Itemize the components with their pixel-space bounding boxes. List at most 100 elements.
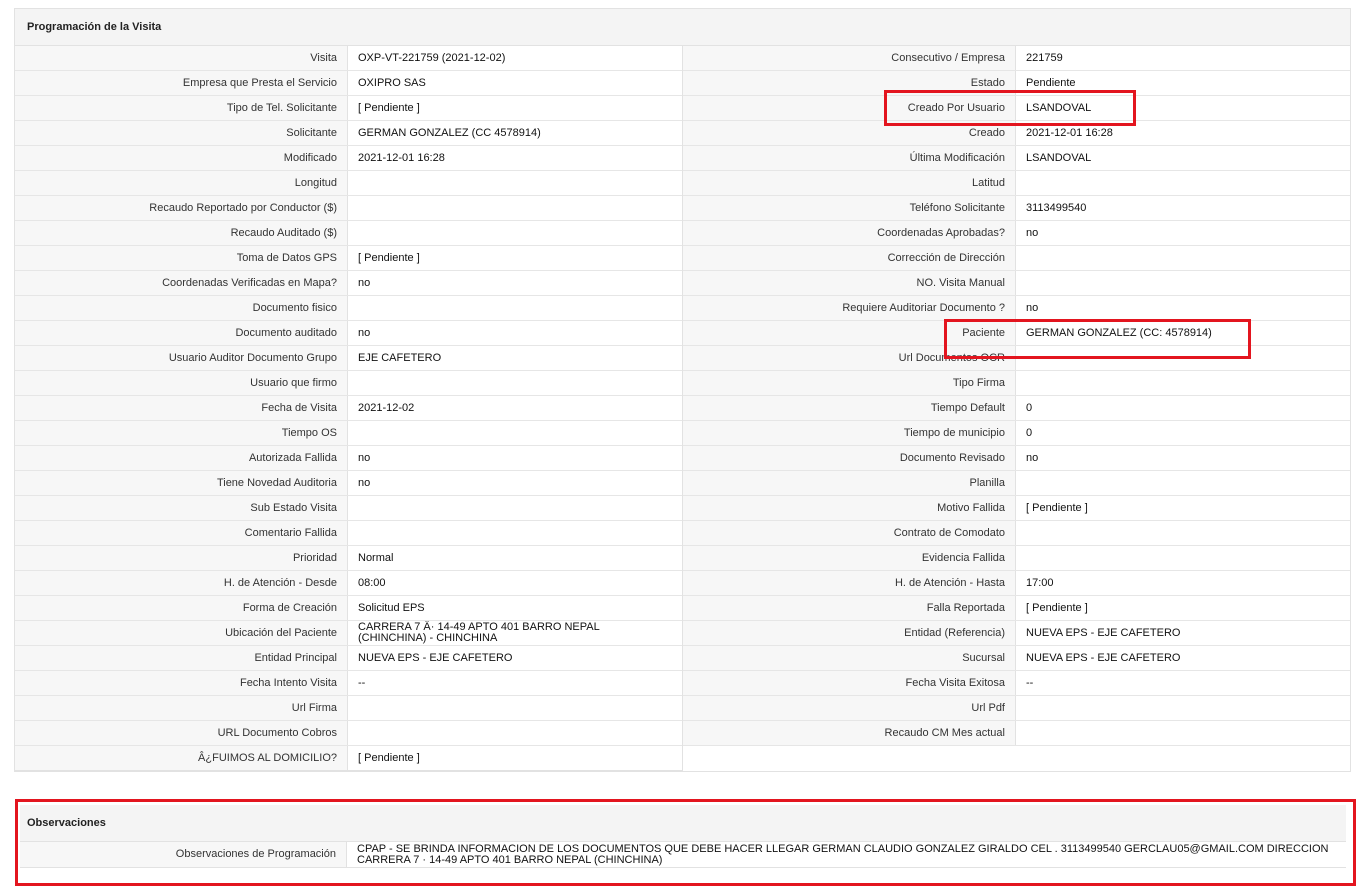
field-value: no bbox=[1026, 302, 1039, 314]
field-label: Contrato de Comodato bbox=[683, 521, 1016, 545]
field-value: OXIPRO SAS bbox=[358, 77, 426, 89]
field-label: Â¿FUIMOS AL DOMICILIO? bbox=[15, 746, 348, 770]
field-label: H. de Atención - Hasta bbox=[683, 571, 1016, 595]
field-label: Fecha Visita Exitosa bbox=[683, 671, 1016, 695]
field-value bbox=[348, 421, 682, 445]
field-label: Recaudo Reportado por Conductor ($) bbox=[15, 196, 348, 220]
left-field-row: Toma de Datos GPS [ Pendiente ] bbox=[15, 246, 682, 271]
left-field-row: Prioridad Normal bbox=[15, 546, 682, 571]
right-field-row: Tiempo Default 0 bbox=[683, 396, 1350, 421]
right-field-row: Última Modificación LSANDOVAL bbox=[683, 146, 1350, 171]
left-column: Visita OXP-VT-221759 (2021-12-02) Empresa … bbox=[15, 46, 682, 771]
field-value: NUEVA EPS - EJE CAFETERO bbox=[1026, 627, 1181, 639]
field-label: Documento fisico bbox=[15, 296, 348, 320]
left-field-row: Sub Estado Visita bbox=[15, 496, 682, 521]
right-field-row: Tiempo de municipio 0 bbox=[683, 421, 1350, 446]
right-field-row: Creado Por Usuario LSANDOVAL bbox=[683, 96, 1350, 121]
field-value: 221759 bbox=[1026, 52, 1063, 64]
field-value bbox=[1016, 696, 1350, 720]
left-field-row: Fecha de Visita 2021-12-02 bbox=[15, 396, 682, 421]
field-label: Recaudo Auditado ($) bbox=[15, 221, 348, 245]
field-label: URL Documento Cobros bbox=[15, 721, 348, 745]
field-label: Coordenadas Aprobadas? bbox=[683, 221, 1016, 245]
field-value bbox=[1016, 346, 1350, 370]
field-value bbox=[348, 696, 682, 720]
right-field-row: Url Pdf bbox=[683, 696, 1350, 721]
right-field-row: Creado 2021-12-01 16:28 bbox=[683, 121, 1350, 146]
field-value: CARRERA 7 Â· 14-49 APTO 401 BARRO NEPAL … bbox=[358, 621, 600, 644]
field-value bbox=[348, 171, 682, 195]
right-field-row: Sucursal NUEVA EPS - EJE CAFETERO bbox=[683, 646, 1350, 671]
field-value: 17:00 bbox=[1026, 577, 1054, 589]
field-value: -- bbox=[358, 677, 366, 689]
field-value: 08:00 bbox=[358, 577, 386, 589]
field-label: Modificado bbox=[15, 146, 348, 170]
field-label: Toma de Datos GPS bbox=[15, 246, 348, 270]
field-value bbox=[348, 371, 682, 395]
field-label: Visita bbox=[15, 46, 348, 70]
field-value bbox=[1016, 246, 1350, 270]
observations-value: CPAP - SE BRINDA INFORMACION DE LOS DOCU… bbox=[357, 843, 1329, 866]
field-label: Ubicación del Paciente bbox=[15, 621, 348, 645]
field-value: 2021-12-02 bbox=[358, 402, 415, 414]
left-field-row: Documento fisico bbox=[15, 296, 682, 321]
right-field-row: Corrección de Dirección bbox=[683, 246, 1350, 271]
field-label: Teléfono Solicitante bbox=[683, 196, 1016, 220]
field-label: Entidad (Referencia) bbox=[683, 621, 1016, 645]
observations-label: Observaciones de Programación bbox=[20, 842, 347, 867]
field-value: LSANDOVAL bbox=[1026, 102, 1092, 114]
right-field-row: Latitud bbox=[683, 171, 1350, 196]
field-value bbox=[1016, 521, 1350, 545]
left-field-row: Coordenadas Verificadas en Mapa? no bbox=[15, 271, 682, 296]
field-value: OXP-VT-221759 (2021-12-02) bbox=[358, 52, 506, 64]
field-label: Sub Estado Visita bbox=[15, 496, 348, 520]
field-label: Creado Por Usuario bbox=[683, 96, 1016, 120]
left-field-row: Usuario que firmo bbox=[15, 371, 682, 396]
right-field-row: H. de Atención - Hasta 17:00 bbox=[683, 571, 1350, 596]
right-field-row: NO. Visita Manual bbox=[683, 271, 1350, 296]
field-label: Latitud bbox=[683, 171, 1016, 195]
field-label: Tiempo Default bbox=[683, 396, 1016, 420]
field-value: [ Pendiente ] bbox=[1026, 502, 1088, 514]
left-field-row: Forma de Creación Solicitud EPS bbox=[15, 596, 682, 621]
left-field-row: Tiene Novedad Auditoria no bbox=[15, 471, 682, 496]
field-label: Entidad Principal bbox=[15, 646, 348, 670]
field-value: GERMAN GONZALEZ (CC: 4578914) bbox=[1026, 327, 1212, 339]
left-field-row: Recaudo Reportado por Conductor ($) bbox=[15, 196, 682, 221]
field-value bbox=[348, 296, 682, 320]
field-label: Tiempo OS bbox=[15, 421, 348, 445]
field-value: no bbox=[358, 452, 371, 464]
left-field-row: Entidad Principal NUEVA EPS - EJE CAFETER… bbox=[15, 646, 682, 671]
field-label: Empresa que Presta el Servicio bbox=[15, 71, 348, 95]
field-value: NUEVA EPS - EJE CAFETERO bbox=[358, 652, 513, 664]
field-label: Forma de Creación bbox=[15, 596, 348, 620]
field-value: 3113499540 bbox=[1026, 202, 1087, 214]
right-field-row: Motivo Fallida [ Pendiente ] bbox=[683, 496, 1350, 521]
field-label: Creado bbox=[683, 121, 1016, 145]
field-value: LSANDOVAL bbox=[1026, 152, 1092, 164]
left-field-row: Solicitante GERMAN GONZALEZ (CC 4578914) bbox=[15, 121, 682, 146]
visit-schedule-panel: Programación de la Visita Visita OXP-VT-2… bbox=[14, 8, 1351, 772]
left-field-row: Empresa que Presta el Servicio OXIPRO SAS bbox=[15, 71, 682, 96]
field-label: Comentario Fallida bbox=[15, 521, 348, 545]
field-label: Url Pdf bbox=[683, 696, 1016, 720]
right-field-row: Teléfono Solicitante 3113499540 bbox=[683, 196, 1350, 221]
field-label: H. de Atención - Desde bbox=[15, 571, 348, 595]
field-label: Tiempo de municipio bbox=[683, 421, 1016, 445]
left-field-row: Ubicación del Paciente CARRERA 7 Â· 14-49… bbox=[15, 621, 682, 646]
field-label: Prioridad bbox=[15, 546, 348, 570]
field-label: Requiere Auditoriar Documento ? bbox=[683, 296, 1016, 320]
field-label: Motivo Fallida bbox=[683, 496, 1016, 520]
left-field-row: Â¿FUIMOS AL DOMICILIO? [ Pendiente ] bbox=[15, 746, 682, 771]
field-value: no bbox=[1026, 452, 1039, 464]
field-value: Normal bbox=[358, 552, 394, 564]
field-value: -- bbox=[1026, 677, 1034, 689]
field-label: Tiene Novedad Auditoria bbox=[15, 471, 348, 495]
right-field-row: Entidad (Referencia) NUEVA EPS - EJE CAFE… bbox=[683, 621, 1350, 646]
left-field-row: Comentario Fallida bbox=[15, 521, 682, 546]
field-label: Coordenadas Verificadas en Mapa? bbox=[15, 271, 348, 295]
field-label: Sucursal bbox=[683, 646, 1016, 670]
field-label: NO. Visita Manual bbox=[683, 271, 1016, 295]
field-label: Usuario Auditor Documento Grupo bbox=[15, 346, 348, 370]
section-title: Programación de la Visita bbox=[15, 9, 1350, 46]
